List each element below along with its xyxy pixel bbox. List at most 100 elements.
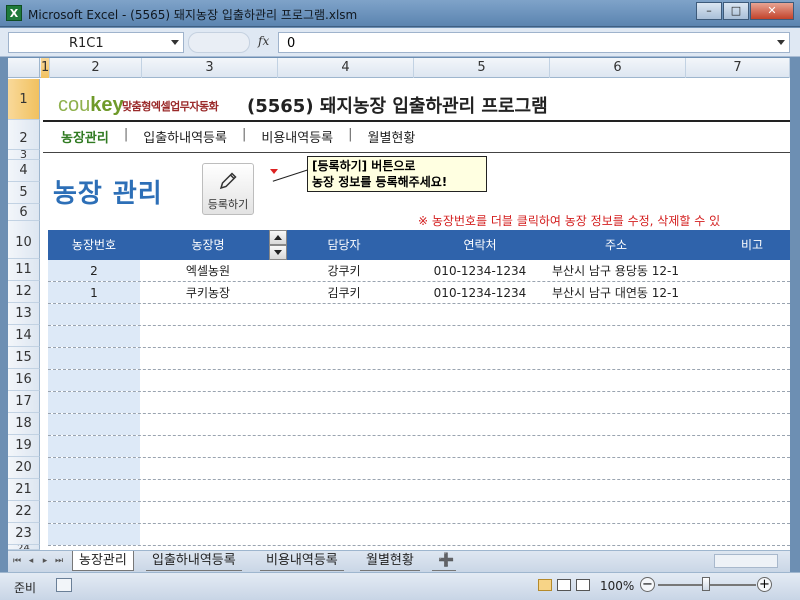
table-row[interactable] xyxy=(48,348,790,370)
page-layout-icon[interactable] xyxy=(557,579,571,591)
table-row[interactable] xyxy=(48,304,790,326)
column-header[interactable]: 4 xyxy=(278,58,414,78)
select-all-corner[interactable] xyxy=(8,58,40,78)
maximize-button[interactable]: □ xyxy=(723,2,749,20)
row-header[interactable]: 11 xyxy=(8,259,40,281)
row-header[interactable]: 5 xyxy=(8,182,40,204)
table-row[interactable] xyxy=(48,436,790,458)
register-button[interactable]: 등록하기 xyxy=(202,163,254,215)
close-button[interactable]: ✕ xyxy=(750,2,794,20)
farm-address[interactable]: 부산시 남구 대연동 12-1 xyxy=(552,282,732,303)
sheet-tab-monthly[interactable]: 월별현황 xyxy=(360,551,420,571)
farm-phone[interactable]: 010-1234-1234 xyxy=(412,260,548,281)
name-box[interactable]: R1C1 xyxy=(8,32,184,53)
farm-no-cell[interactable] xyxy=(48,502,140,523)
farm-no[interactable]: 1 xyxy=(48,282,140,303)
row-header[interactable]: 23 xyxy=(8,523,40,545)
minimize-button[interactable]: – xyxy=(696,2,722,20)
row-header[interactable]: 16 xyxy=(8,369,40,391)
farm-no-cell[interactable] xyxy=(48,436,140,457)
farm-no-cell[interactable] xyxy=(48,480,140,501)
row-header[interactable]: 17 xyxy=(8,391,40,413)
row-header[interactable]: 18 xyxy=(8,413,40,435)
header-note[interactable]: 비고 xyxy=(684,230,790,260)
prev-sheet-icon[interactable]: ◂ xyxy=(26,555,36,567)
page-break-icon[interactable] xyxy=(576,579,590,591)
row-header[interactable]: 12 xyxy=(8,281,40,303)
column-header[interactable]: 6 xyxy=(550,58,686,78)
insert-sheet-icon[interactable]: ➕ xyxy=(432,551,456,571)
farm-no-cell[interactable] xyxy=(48,370,140,391)
farm-manager[interactable]: 강쿠키 xyxy=(276,260,412,281)
column-header[interactable]: 5 xyxy=(414,58,550,78)
row-header[interactable]: 14 xyxy=(8,325,40,347)
header-farm-name[interactable]: 농장명 xyxy=(140,230,276,260)
row-header[interactable]: 2 xyxy=(8,120,40,150)
header-manager[interactable]: 담당자 xyxy=(276,230,412,260)
normal-view-icon[interactable] xyxy=(538,579,552,591)
zoom-out-icon[interactable]: − xyxy=(640,577,655,592)
farm-no-cell[interactable] xyxy=(48,304,140,325)
row-header[interactable]: 1 xyxy=(8,79,40,120)
menu-item-shipment[interactable]: 입출하내역등록 xyxy=(143,127,227,146)
row-header[interactable]: 19 xyxy=(8,435,40,457)
next-sheet-icon[interactable]: ▸ xyxy=(40,555,50,567)
row-header[interactable]: 3 xyxy=(8,149,40,160)
farm-name[interactable]: 쿠키농장 xyxy=(140,282,276,303)
table-row[interactable] xyxy=(48,414,790,436)
fx-icon[interactable]: fx xyxy=(258,34,269,48)
table-row[interactable] xyxy=(48,370,790,392)
table-row[interactable] xyxy=(48,458,790,480)
header-phone[interactable]: 연락처 xyxy=(412,230,548,260)
sheet-tab-shipment[interactable]: 입출하내역등록 xyxy=(146,551,242,571)
menu-item-expense[interactable]: 비용내역등록 xyxy=(261,127,333,146)
table-row[interactable] xyxy=(48,524,790,546)
farm-manager[interactable]: 김쿠키 xyxy=(276,282,412,303)
farm-no[interactable]: 2 xyxy=(48,260,140,281)
table-row[interactable] xyxy=(48,480,790,502)
sheet-tab-expense[interactable]: 비용내역등록 xyxy=(260,551,344,571)
macro-record-icon[interactable] xyxy=(56,578,72,592)
formula-input[interactable]: 0 xyxy=(278,32,790,53)
table-row[interactable] xyxy=(48,392,790,414)
row-header[interactable]: 21 xyxy=(8,479,40,501)
zoom-slider-thumb[interactable] xyxy=(702,577,710,591)
column-header[interactable]: 1 xyxy=(41,58,50,78)
sheet-tab-farm[interactable]: 농장관리 xyxy=(72,551,134,571)
farm-no-cell[interactable] xyxy=(48,326,140,347)
zoom-level[interactable]: 100% xyxy=(600,579,634,593)
column-header[interactable]: 2 xyxy=(50,58,142,78)
farm-no-cell[interactable] xyxy=(48,392,140,413)
farm-no-cell[interactable] xyxy=(48,414,140,435)
zoom-in-icon[interactable]: + xyxy=(757,577,772,592)
chevron-down-icon[interactable] xyxy=(171,40,179,45)
table-row[interactable] xyxy=(48,326,790,348)
row-header[interactable]: 6 xyxy=(8,204,40,221)
row-header[interactable]: 4 xyxy=(8,160,40,182)
table-row[interactable]: 1 쿠키농장 김쿠키 010-1234-1234 부산시 남구 대연동 12-1 xyxy=(48,282,790,304)
table-row[interactable]: 2 엑셀농원 강쿠키 010-1234-1234 부산시 남구 용당동 12-1 xyxy=(48,260,790,282)
column-header[interactable]: 7 xyxy=(686,58,790,78)
farm-no-cell[interactable] xyxy=(48,348,140,369)
column-header[interactable]: 3 xyxy=(142,58,278,78)
farm-address[interactable]: 부산시 남구 용당동 12-1 xyxy=(552,260,732,281)
farm-name[interactable]: 엑셀농원 xyxy=(140,260,276,281)
farm-no-cell[interactable] xyxy=(48,524,140,545)
farm-phone[interactable]: 010-1234-1234 xyxy=(412,282,548,303)
row-header[interactable]: 13 xyxy=(8,303,40,325)
expand-formula-icon[interactable] xyxy=(777,40,785,45)
header-farm-no[interactable]: 농장번호 xyxy=(48,230,140,260)
last-sheet-icon[interactable]: ⏭ xyxy=(54,555,64,567)
excel-icon[interactable]: X xyxy=(6,5,22,21)
menu-item-farm[interactable]: 농장관리 xyxy=(61,127,109,146)
row-header[interactable]: 22 xyxy=(8,501,40,523)
header-address[interactable]: 주소 xyxy=(548,230,684,260)
horizontal-scrollbar[interactable] xyxy=(714,554,778,568)
row-header[interactable]: 20 xyxy=(8,457,40,479)
menu-item-monthly[interactable]: 월별현황 xyxy=(368,127,416,146)
table-row[interactable] xyxy=(48,502,790,524)
first-sheet-icon[interactable]: ⏮ xyxy=(12,555,22,567)
row-header[interactable]: 15 xyxy=(8,347,40,369)
farm-no-cell[interactable] xyxy=(48,458,140,479)
row-header[interactable]: 10 xyxy=(8,221,40,259)
